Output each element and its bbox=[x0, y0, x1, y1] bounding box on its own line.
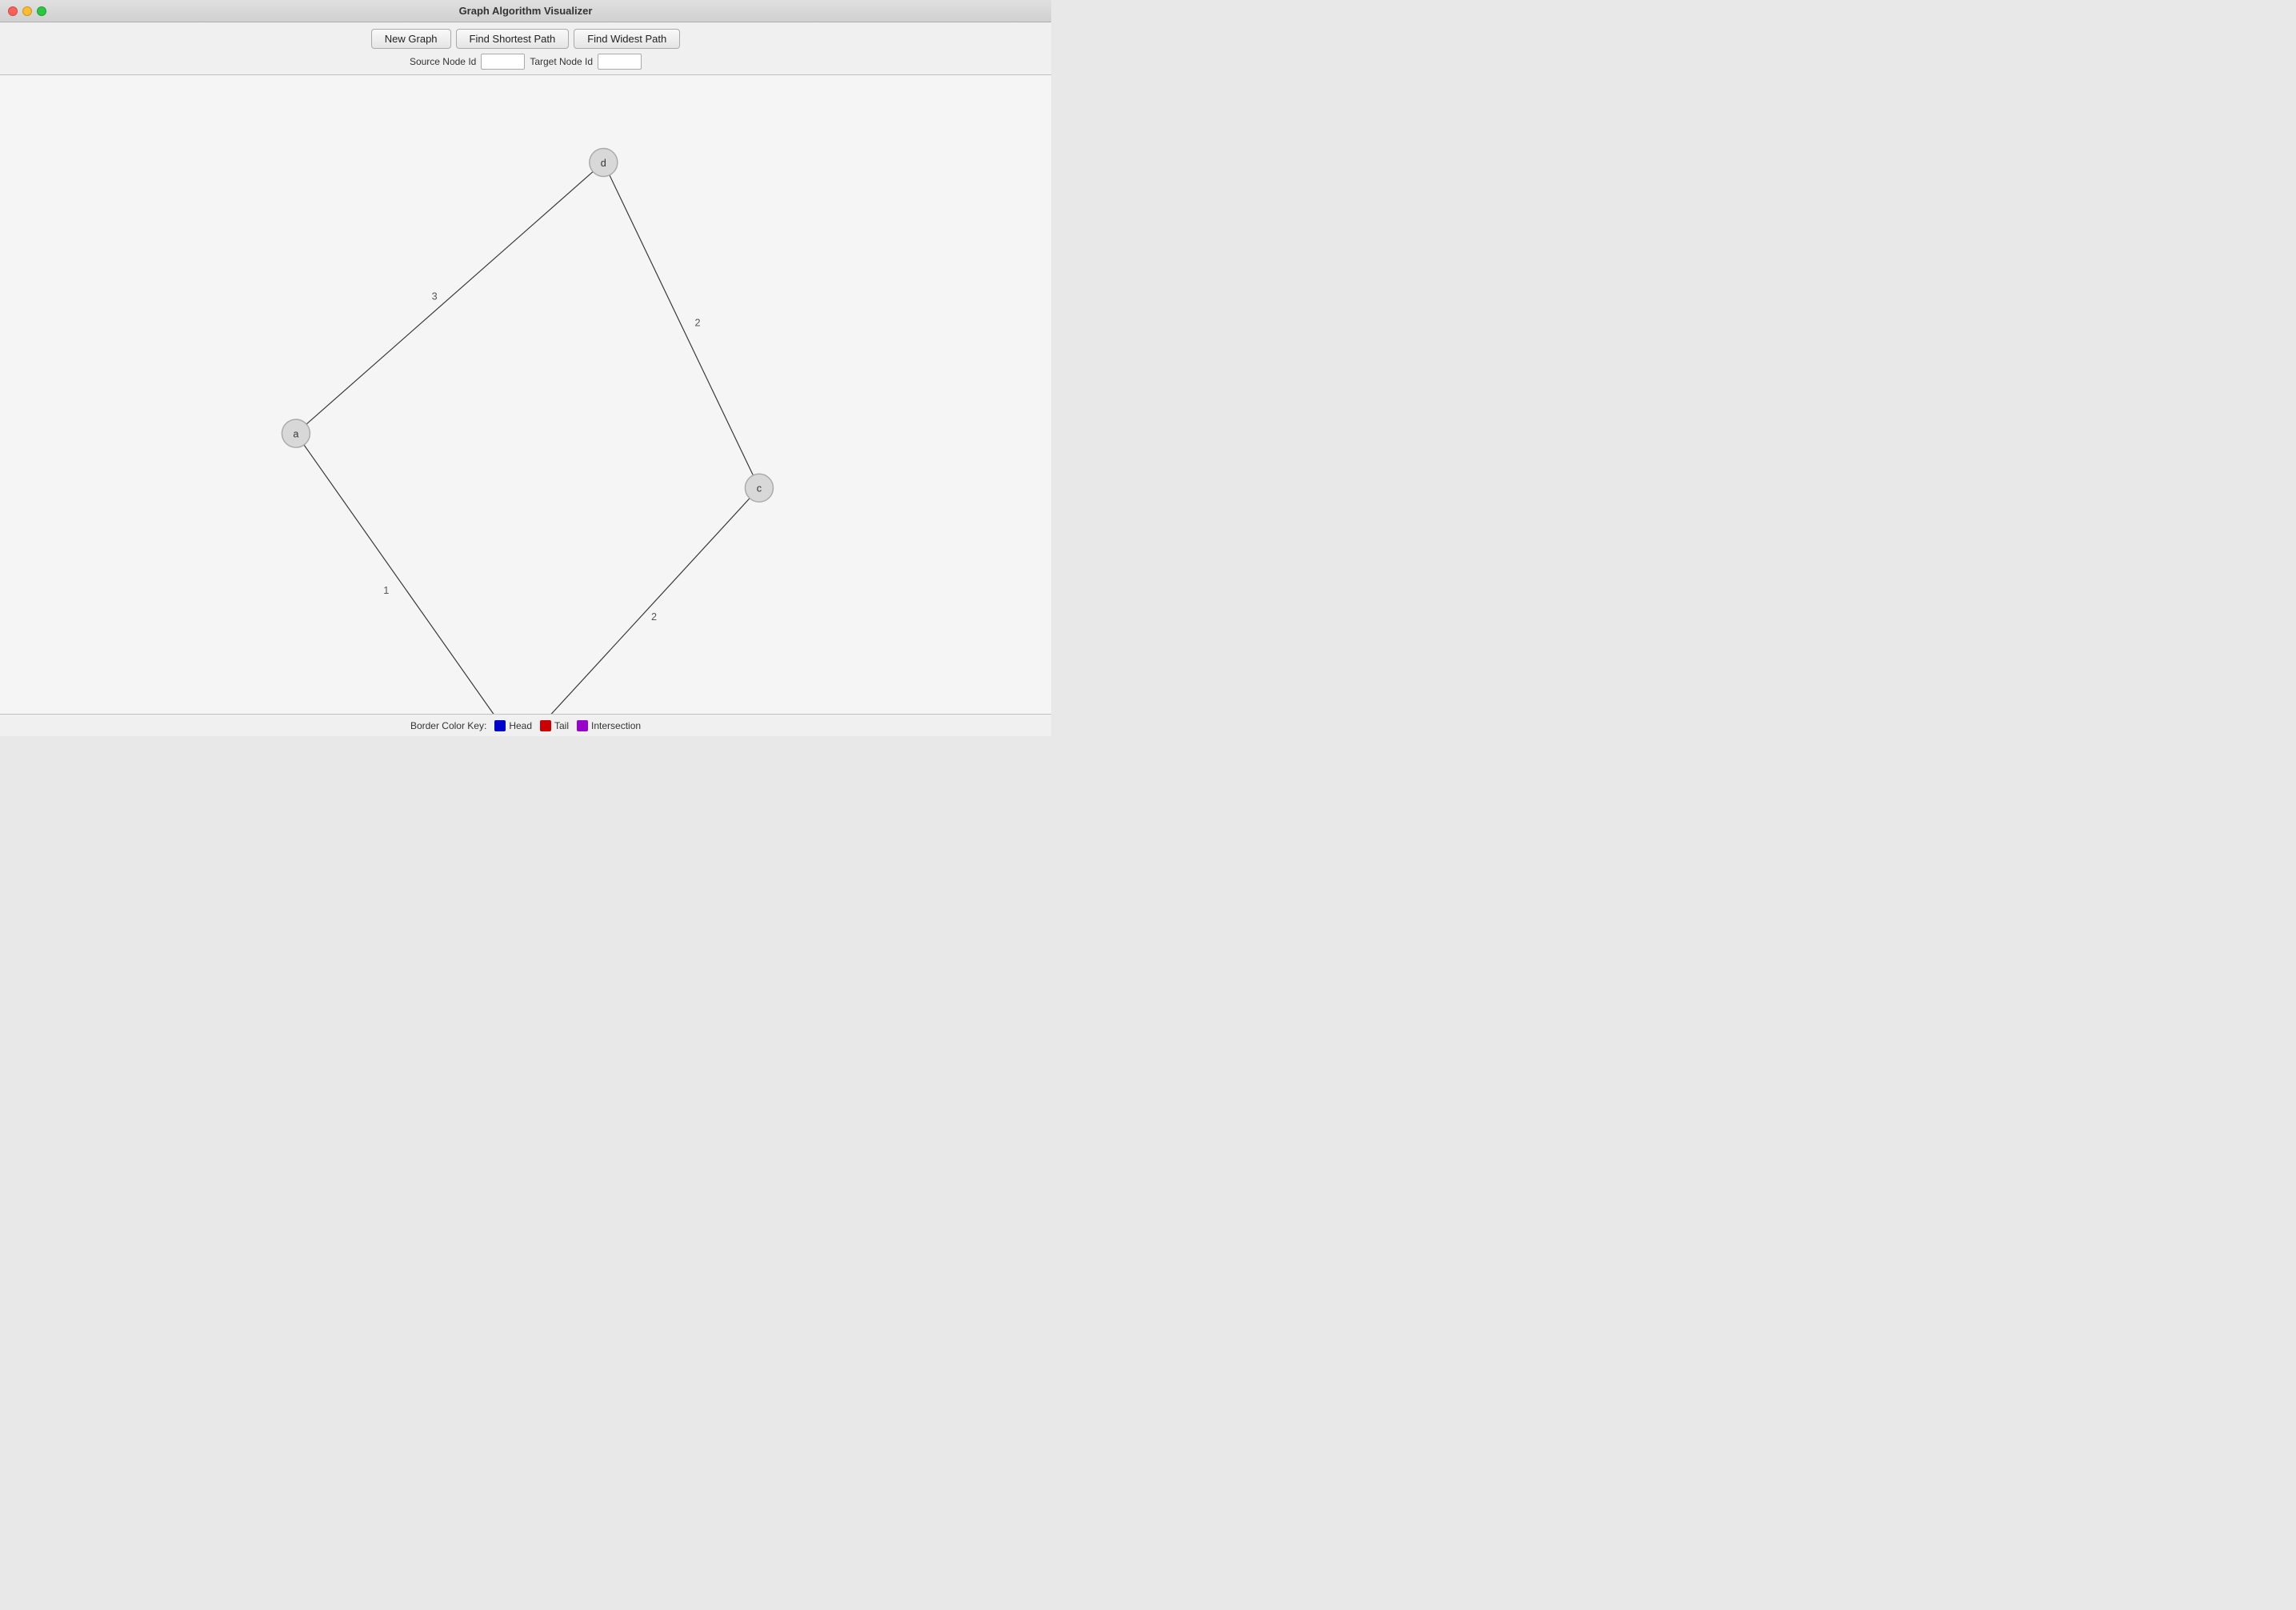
edge-weight-dc: 2 bbox=[695, 317, 701, 328]
close-button[interactable] bbox=[8, 6, 18, 16]
edge-a-b bbox=[296, 434, 518, 714]
source-node-label: Source Node Id bbox=[410, 56, 476, 67]
maximize-button[interactable] bbox=[37, 6, 46, 16]
edge-weight-ab: 1 bbox=[383, 585, 389, 596]
edge-weight-ad: 3 bbox=[432, 290, 438, 302]
edge-d-c bbox=[603, 162, 759, 488]
edge-weight-bc: 2 bbox=[651, 611, 657, 623]
node-d-label: d bbox=[601, 158, 606, 169]
tail-label: Tail bbox=[554, 720, 569, 731]
edge-b-c bbox=[518, 488, 759, 714]
intersection-legend: Intersection bbox=[577, 720, 641, 731]
window-controls bbox=[8, 6, 46, 16]
toolbar: New Graph Find Shortest Path Find Widest… bbox=[0, 22, 1051, 75]
target-node-label: Target Node Id bbox=[530, 56, 593, 67]
new-graph-button[interactable]: New Graph bbox=[371, 29, 451, 49]
head-swatch bbox=[494, 720, 506, 731]
node-a-label: a bbox=[293, 429, 299, 440]
footer: Border Color Key: Head Tail Intersection bbox=[0, 714, 1051, 736]
find-widest-path-button[interactable]: Find Widest Path bbox=[574, 29, 680, 49]
source-node-input[interactable] bbox=[481, 54, 525, 70]
head-label: Head bbox=[509, 720, 532, 731]
intersection-swatch bbox=[577, 720, 588, 731]
app-container: Graph Algorithm Visualizer New Graph Fin… bbox=[0, 0, 1051, 736]
graph-canvas[interactable]: 3 2 1 2 d a c b bbox=[0, 75, 1051, 714]
border-color-key-label: Border Color Key: bbox=[410, 720, 486, 731]
window-title: Graph Algorithm Visualizer bbox=[459, 5, 593, 17]
title-bar: Graph Algorithm Visualizer bbox=[0, 0, 1051, 22]
edge-a-d bbox=[296, 162, 603, 434]
find-shortest-path-button[interactable]: Find Shortest Path bbox=[456, 29, 570, 49]
node-input-row: Source Node Id Target Node Id bbox=[410, 54, 642, 70]
toolbar-buttons-row: New Graph Find Shortest Path Find Widest… bbox=[371, 29, 680, 49]
target-node-input[interactable] bbox=[598, 54, 642, 70]
tail-swatch bbox=[540, 720, 551, 731]
tail-legend: Tail bbox=[540, 720, 569, 731]
intersection-label: Intersection bbox=[591, 720, 641, 731]
head-legend: Head bbox=[494, 720, 532, 731]
minimize-button[interactable] bbox=[22, 6, 32, 16]
node-c-label: c bbox=[757, 483, 762, 495]
graph-svg: 3 2 1 2 d a c b bbox=[0, 75, 1051, 714]
